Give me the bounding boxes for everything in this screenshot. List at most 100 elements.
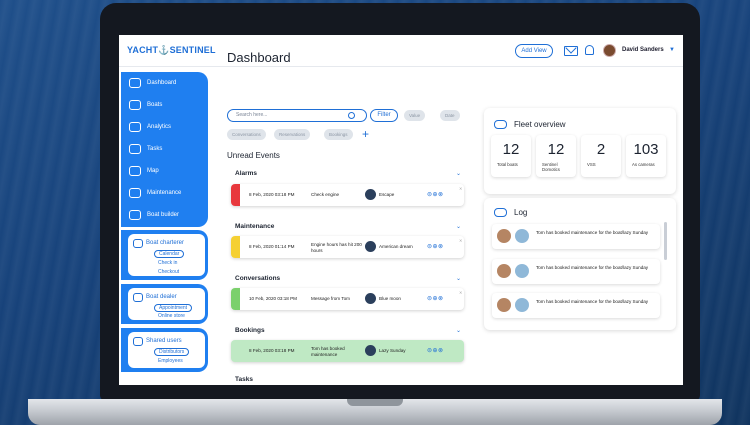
filter-chip[interactable]: Bookings <box>324 129 353 140</box>
chevron-down-icon[interactable]: ⌄ <box>456 170 461 177</box>
stat-label: Sentinel Domotics <box>542 162 560 172</box>
bookings-title: Bookings <box>235 327 265 334</box>
chevron-down-icon[interactable]: ⌄ <box>456 223 461 230</box>
log-entry[interactable]: Tom has booked maintenance for the boat/… <box>492 224 660 249</box>
sidebar: Dashboard Boats Analytics Tasks Map Main… <box>119 72 209 385</box>
stat-card: 12 Total boats <box>491 135 531 177</box>
map-icon <box>129 166 141 176</box>
filter-chip[interactable]: Value <box>404 110 426 121</box>
filter-chip[interactable]: Date <box>440 110 460 121</box>
stat-value: 12 <box>547 141 565 158</box>
alarm-row[interactable]: 8 Feb, 2020 03:18 PM Check engine Escape… <box>231 184 464 206</box>
boat-thumbnail <box>515 298 529 312</box>
avatar[interactable] <box>603 44 616 57</box>
stat-card: 12 Sentinel Domotics <box>536 135 576 177</box>
log-text: Tom has booked maintenance for the boat/… <box>536 230 649 235</box>
boat-avatar <box>365 293 376 304</box>
stat-value: 12 <box>502 141 520 158</box>
log-text: Tom has booked maintenance for the boat/… <box>536 299 649 304</box>
sidebar-item-tasks[interactable]: Tasks <box>129 142 162 156</box>
sidebar-item-dashboard[interactable]: Dashboard <box>129 76 176 90</box>
maintenance-indicator <box>231 236 240 258</box>
handshake-icon <box>133 293 143 302</box>
chevron-down-icon[interactable]: ⌄ <box>456 275 461 282</box>
user-icon <box>133 239 143 248</box>
search-input[interactable]: Search here... <box>227 109 367 122</box>
event-message: Tom has booked maintenance <box>311 346 345 357</box>
distributors-link[interactable]: Distributors <box>154 348 190 356</box>
event-message: Message from Tom <box>311 296 350 301</box>
row-actions[interactable]: ⊜⊕⊗ <box>427 295 444 302</box>
boat-avatar <box>365 241 376 252</box>
clipboard-icon <box>129 144 141 154</box>
stat-label: VSS <box>587 162 596 167</box>
boat-name: Escape <box>379 192 395 197</box>
log-title: Log <box>514 208 528 217</box>
alarm-indicator <box>231 184 240 206</box>
maintenance-title: Maintenance <box>235 223 275 230</box>
conversation-row[interactable]: 10 Feb, 2020 03:18 PM Message from Tom B… <box>231 288 464 310</box>
add-filter-button[interactable]: + <box>362 128 369 140</box>
calendar-link[interactable]: Calendar <box>154 250 185 258</box>
shared-users-title[interactable]: Shared users <box>146 338 182 344</box>
app-logo[interactable]: YACHT⚓SENTINEL <box>127 45 216 56</box>
stat-value: 2 <box>596 141 606 158</box>
boat-avatar <box>365 189 376 200</box>
sidebar-item-boats[interactable]: Boats <box>129 98 162 112</box>
maintenance-row[interactable]: 8 Feb, 2020 01:14 PM Engine hours has hi… <box>231 236 464 258</box>
close-icon[interactable]: ✕ <box>459 186 462 191</box>
boat-dealer-title[interactable]: Boat dealer <box>146 294 177 300</box>
filter-chip[interactable]: Reservations <box>274 129 311 140</box>
row-actions[interactable]: ⊜⊕⊗ <box>427 347 444 354</box>
user-name[interactable]: David Sanders <box>622 47 664 53</box>
log-entry[interactable]: Tom has booked maintenance for the boat/… <box>492 293 660 318</box>
close-icon[interactable]: ✕ <box>459 290 462 295</box>
sidebar-item-map[interactable]: Map <box>129 164 159 178</box>
mail-icon[interactable] <box>564 46 578 56</box>
chevron-down-icon[interactable]: ▼ <box>669 47 675 53</box>
cloud-icon <box>494 208 507 217</box>
bell-icon[interactable] <box>585 45 594 55</box>
shared-users-card: Shared users Distributors Employees <box>121 328 208 372</box>
wrench-icon <box>129 188 141 198</box>
filter-button[interactable]: Filter <box>370 109 398 122</box>
sidebar-item-maintenance[interactable]: Maintenance <box>129 186 181 200</box>
conversations-title: Conversations <box>235 275 281 282</box>
fleet-overview-title: Fleet overview <box>514 120 566 129</box>
log-panel: Log Tom has booked maintenance for the b… <box>484 198 676 330</box>
sidebar-item-boat-builder[interactable]: Boat builder <box>129 208 179 222</box>
booking-row[interactable]: 8 Feb, 2020 03:18 PM Tom has booked main… <box>231 340 464 362</box>
sidebar-main-nav: Dashboard Boats Analytics Tasks Map Main… <box>121 72 208 227</box>
sidebar-item-label: Map <box>147 168 159 174</box>
event-date: 8 Feb, 2020 01:14 PM <box>249 244 295 249</box>
row-actions[interactable]: ⊜⊕⊗ <box>427 191 444 198</box>
sidebar-item-analytics[interactable]: Analytics <box>129 120 171 134</box>
boat-charterer-title[interactable]: Boat charterer <box>146 240 184 246</box>
event-date: 8 Feb, 2020 03:18 PM <box>249 192 295 197</box>
sidebar-item-label: Boats <box>147 102 163 108</box>
row-actions[interactable]: ⊜⊕⊗ <box>427 243 444 250</box>
stat-card: 103 As cameras <box>626 135 666 177</box>
filter-chip[interactable]: Conversations <box>227 129 266 140</box>
close-icon[interactable]: ✕ <box>459 238 462 243</box>
boat-name: Lazy Sunday <box>379 348 406 353</box>
appointment-link[interactable]: Appointment <box>154 304 193 312</box>
checkout-link[interactable]: Checkout <box>158 269 179 275</box>
boat-avatar <box>365 345 376 356</box>
check-in-link[interactable]: Check in <box>158 260 177 266</box>
add-view-button[interactable]: Add View <box>515 44 553 58</box>
boat-charterer-card: Boat charterer Calendar Check in Checkou… <box>121 230 208 280</box>
avatar <box>497 229 511 243</box>
online-store-link[interactable]: Online store <box>158 313 185 319</box>
boat-thumbnail <box>515 229 529 243</box>
avatar <box>497 298 511 312</box>
chart-icon <box>129 122 141 132</box>
boat-icon <box>129 100 141 110</box>
log-scrollbar[interactable] <box>664 222 667 260</box>
search-icon[interactable] <box>348 112 355 119</box>
chevron-down-icon[interactable]: ⌄ <box>456 327 461 334</box>
log-entry[interactable]: Tom has booked maintenance for the boat/… <box>492 259 660 284</box>
avatar <box>497 264 511 278</box>
employees-link[interactable]: Employees <box>158 358 183 364</box>
sidebar-item-label: Boat builder <box>147 212 180 218</box>
